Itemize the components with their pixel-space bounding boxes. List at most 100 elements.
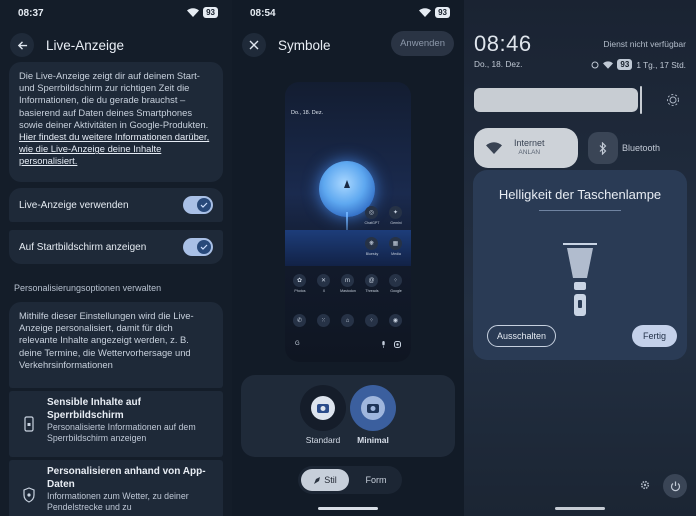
option-title: Sensible Inhalte auf Sperrbildschirm [47, 397, 141, 421]
app-label: X [322, 289, 326, 293]
learn-more-link[interactable]: Hier findest du weitere Informationen da… [19, 131, 209, 166]
gesture-bar [555, 507, 605, 510]
app-home-icon[interactable]: ⌂ [341, 314, 354, 327]
tab-label: Stil [324, 475, 337, 485]
brush-icon [314, 476, 321, 484]
mic-icon[interactable] [381, 340, 386, 348]
toggle-row-use-live[interactable]: Live-Anzeige verwenden [9, 188, 223, 222]
tile-title: Bluetooth [622, 143, 661, 153]
wifi-icon [187, 8, 200, 17]
app-threads-icon[interactable]: @ [365, 274, 378, 287]
check-icon [200, 202, 208, 208]
app-phone-icon[interactable]: ✆ [293, 314, 306, 327]
settings-icon[interactable] [640, 480, 650, 490]
app-grid-icon[interactable]: ⁘ [365, 314, 378, 327]
camera-icon [317, 404, 329, 413]
app-folder-icon[interactable]: ⁙ [317, 314, 330, 327]
battery-badge: 93 [435, 7, 450, 18]
battery-badge: 93 [203, 7, 218, 18]
description-card: Die Live-Anzeige zeigt dir auf deinem St… [9, 62, 223, 182]
back-button[interactable] [10, 33, 34, 57]
app-label: Media [391, 252, 401, 256]
auto-brightness-icon[interactable] [667, 94, 679, 106]
option-subtitle: Personalisierte Informationen auf dem Sp… [47, 422, 196, 443]
style-form-segmented: Stil Form [298, 466, 402, 494]
app-chatgpt-icon[interactable]: ◎ [365, 206, 378, 219]
status-bar: 08:54 93 [232, 0, 464, 28]
internet-tile[interactable]: Internet ANLAN [474, 128, 578, 168]
camera-icon [367, 404, 379, 413]
section-heading: Personalisierungsoptionen verwalten [14, 283, 162, 293]
shield-icon [23, 487, 35, 503]
option-subtitle: Informationen zum Wetter, zu deiner Pend… [47, 491, 189, 512]
app-media-icon[interactable]: ▦ [389, 237, 402, 250]
network-status: Dienst nicht verfügbar [603, 39, 686, 49]
tab-form[interactable]: Form [354, 469, 398, 491]
app-x-icon[interactable]: ✕ [317, 274, 330, 287]
icon-style-card: Standard Minimal [241, 375, 455, 457]
toggle-label: Auf Startbildschirm anzeigen [19, 241, 147, 253]
lens-icon[interactable] [394, 340, 401, 348]
alarm-icon [591, 61, 599, 68]
date: Do., 18. Dez. [474, 59, 523, 69]
option-title: Personalisieren anhand von App-Daten [47, 466, 206, 490]
style-label: Minimal [357, 435, 389, 445]
gesture-bar [318, 507, 378, 510]
app-photos-icon[interactable]: ✿ [293, 274, 306, 287]
screenshot-collage: 08:37 93 Live-Anzeige Die Live-Anzeige z… [0, 0, 696, 516]
bluetooth-icon [599, 141, 607, 155]
option-sensitive-content[interactable]: Sensible Inhalte auf Sperrbildschirm Per… [9, 391, 223, 457]
app-label: Gemini [390, 221, 402, 225]
bluetooth-tile[interactable] [588, 132, 618, 164]
close-button[interactable] [242, 33, 266, 57]
battery-estimate: 1 Tg., 17 Std. [636, 59, 686, 70]
done-button[interactable]: Fertig [631, 325, 677, 347]
brightness-slider[interactable] [474, 88, 638, 112]
symbole-screen: 08:54 93 Symbole Anwenden Do., 18. Dez. … [232, 0, 464, 516]
option-app-data[interactable]: Personalisieren anhand von App-Daten Inf… [9, 460, 223, 516]
flashlight-icon[interactable] [553, 242, 607, 322]
clock: 08:46 [474, 31, 532, 56]
battery-badge: 93 [617, 59, 633, 70]
turn-off-button[interactable]: Ausschalten [487, 325, 557, 347]
power-icon [670, 481, 680, 491]
close-icon [249, 40, 259, 50]
wifi-icon [486, 142, 502, 154]
quick-settings-screen: 08:46 Dienst nicht verfügbar Do., 18. De… [464, 0, 696, 516]
wifi-icon [419, 8, 432, 17]
tab-label: Form [365, 475, 387, 485]
toggle-row-homescreen[interactable]: Auf Startbildschirm anzeigen [9, 230, 223, 264]
style-minimal-option[interactable] [350, 385, 396, 431]
live-anzeige-switch[interactable] [183, 196, 213, 214]
app-chrome-icon[interactable]: ◉ [389, 314, 402, 327]
description-text: Die Live-Anzeige zeigt dir auf deinem St… [19, 70, 209, 130]
flashlight-dialog: Helligkeit der Taschenlampe Ausschalten … [473, 170, 687, 360]
phone-lock-icon [24, 416, 34, 432]
app-google-icon[interactable]: ⁘ [389, 274, 402, 287]
tab-stil[interactable]: Stil [301, 469, 349, 491]
apply-button[interactable]: Anwenden [391, 31, 454, 56]
homescreen-preview: Do., 18. Dez. ◎ ChatGPT ✦ Gemini ❋ Blues… [285, 82, 411, 362]
tile-subtitle: ANLAN [518, 149, 541, 156]
app-label: Bluesky [365, 252, 379, 256]
app-label: Google [390, 289, 402, 293]
divider [539, 210, 621, 211]
app-gemini-icon[interactable]: ✦ [389, 206, 402, 219]
homescreen-switch[interactable] [183, 238, 213, 256]
tile-title: Internet [514, 138, 545, 148]
arrow-back-icon [17, 40, 27, 50]
info-text: Mithilfe dieser Einstellungen wird die L… [19, 310, 194, 370]
style-standard-option[interactable] [300, 385, 346, 431]
app-label: Mastodon [340, 289, 356, 293]
page-title: Live-Anzeige [46, 37, 125, 53]
live-anzeige-screen: 08:37 93 Live-Anzeige Die Live-Anzeige z… [0, 0, 232, 516]
toggle-label: Live-Anzeige verwenden [19, 199, 129, 211]
power-button[interactable] [663, 474, 687, 498]
search-dock[interactable]: G [291, 337, 405, 351]
page-title: Symbole [278, 37, 331, 53]
app-mastodon-icon[interactable]: m [341, 274, 354, 287]
app-label: Threads [365, 289, 379, 293]
app-bluesky-icon[interactable]: ❋ [365, 237, 378, 250]
slider-handle[interactable] [640, 86, 642, 114]
wifi-icon [603, 60, 614, 69]
